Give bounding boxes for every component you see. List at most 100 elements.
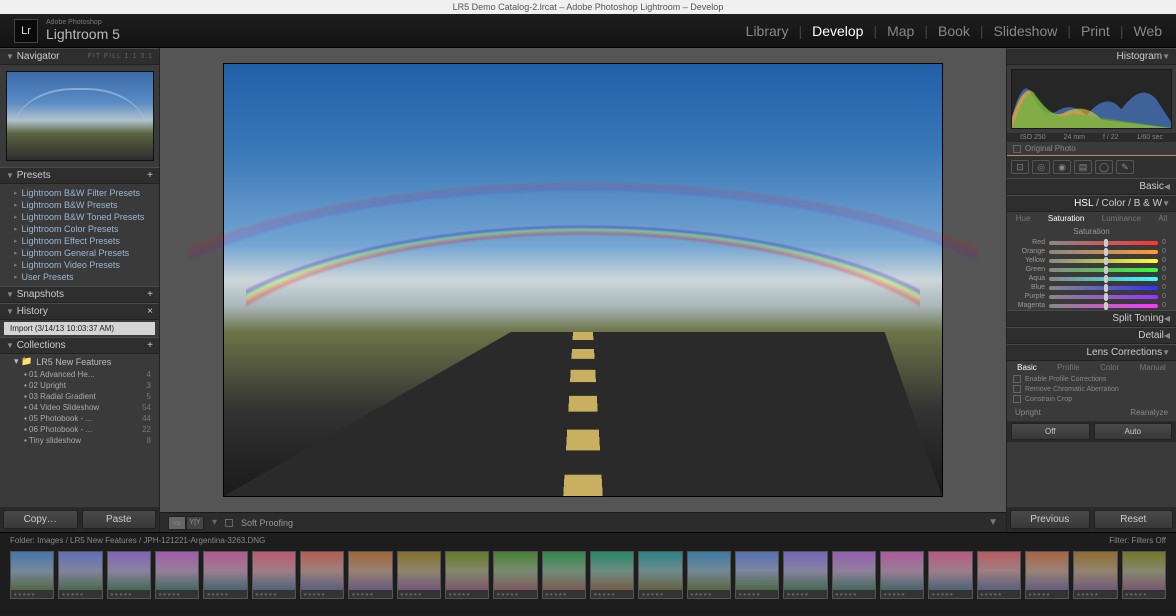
loupe-view-icon[interactable]: ▭ xyxy=(168,516,186,530)
filmstrip-thumb[interactable]: ★★★★★ xyxy=(493,551,537,599)
lens-tab-profile[interactable]: Profile xyxy=(1057,363,1080,372)
reanalyze-button[interactable]: Reanalyze xyxy=(1130,408,1168,417)
filmstrip-thumb[interactable]: ★★★★★ xyxy=(638,551,682,599)
lens-tab-basic[interactable]: Basic xyxy=(1017,363,1037,372)
preset-item[interactable]: Lightroom Color Presets xyxy=(14,223,153,235)
brush-tool-icon[interactable]: ✎ xyxy=(1116,160,1134,174)
filmstrip-thumb[interactable]: ★★★★★ xyxy=(1073,551,1117,599)
original-photo-row[interactable]: Original Photo xyxy=(1007,142,1176,156)
collection-item[interactable]: ▪ 06 Photobook - ...22 xyxy=(0,424,159,435)
history-item[interactable]: Import (3/14/13 10:03:37 AM) xyxy=(4,322,155,335)
histogram-chart[interactable] xyxy=(1011,69,1172,129)
filmstrip-thumb[interactable]: ★★★★★ xyxy=(445,551,489,599)
filmstrip-thumb[interactable]: ★★★★★ xyxy=(590,551,634,599)
hsl-tab-all[interactable]: All xyxy=(1158,214,1167,223)
filmstrip-thumb[interactable]: ★★★★★ xyxy=(735,551,779,599)
upright-auto-button[interactable]: Auto xyxy=(1094,423,1173,440)
filmstrip-thumb[interactable]: ★★★★★ xyxy=(687,551,731,599)
filmstrip-thumb[interactable]: ★★★★★ xyxy=(155,551,199,599)
filmstrip-thumb[interactable]: ★★★★★ xyxy=(300,551,344,599)
toolbar-menu-icon[interactable]: ▼ xyxy=(988,517,998,528)
basic-header[interactable]: Basic ◀ xyxy=(1007,178,1176,195)
snapshots-header[interactable]: ▼ Snapshots+ xyxy=(0,286,159,303)
collection-item[interactable]: ▪ 03 Radial Gradient5 xyxy=(0,391,159,402)
paste-button[interactable]: Paste xyxy=(82,510,157,529)
collection-root[interactable]: ▾ 📁 LR5 New Features xyxy=(0,354,159,369)
module-web[interactable]: Web xyxy=(1133,23,1162,39)
module-book[interactable]: Book xyxy=(938,23,970,39)
lens-option[interactable]: Remove Chromatic Aberration xyxy=(1007,384,1176,394)
filmstrip-thumb[interactable]: ★★★★★ xyxy=(10,551,54,599)
hsl-tab-luminance[interactable]: Luminance xyxy=(1102,214,1141,223)
slider-magenta[interactable]: Magenta0 xyxy=(1007,301,1176,310)
filmstrip-thumb[interactable]: ★★★★★ xyxy=(107,551,151,599)
histogram-header[interactable]: Histogram ▼ xyxy=(1007,48,1176,65)
lens-tab-color[interactable]: Color xyxy=(1100,363,1119,372)
hsl-tab-hue[interactable]: Hue xyxy=(1016,214,1031,223)
filmstrip-thumb[interactable]: ★★★★★ xyxy=(58,551,102,599)
collection-item[interactable]: ▪ Tiny slideshow8 xyxy=(0,435,159,446)
soft-proof-checkbox[interactable] xyxy=(225,519,233,527)
filmstrip-thumb[interactable]: ★★★★★ xyxy=(252,551,296,599)
preset-item[interactable]: Lightroom B&W Presets xyxy=(14,199,153,211)
reset-button[interactable]: Reset xyxy=(1094,510,1174,529)
preset-item[interactable]: Lightroom Video Presets xyxy=(14,259,153,271)
history-header[interactable]: ▼ History× xyxy=(0,303,159,320)
presets-header[interactable]: ▼ Presets+ xyxy=(0,167,159,184)
detail-header[interactable]: Detail ◀ xyxy=(1007,327,1176,344)
filmstrip-thumb[interactable]: ★★★★★ xyxy=(1025,551,1069,599)
lens-option[interactable]: Constrain Crop xyxy=(1007,394,1176,404)
slider-purple[interactable]: Purple0 xyxy=(1007,292,1176,301)
module-map[interactable]: Map xyxy=(887,23,914,39)
slider-green[interactable]: Green0 xyxy=(1007,265,1176,274)
filmstrip-thumb[interactable]: ★★★★★ xyxy=(783,551,827,599)
filmstrip-thumb[interactable]: ★★★★★ xyxy=(977,551,1021,599)
module-slideshow[interactable]: Slideshow xyxy=(994,23,1058,39)
copy-button[interactable]: Copy… xyxy=(3,510,78,529)
module-print[interactable]: Print xyxy=(1081,23,1110,39)
collection-item[interactable]: ▪ 02 Upright3 xyxy=(0,380,159,391)
lens-tab-manual[interactable]: Manual xyxy=(1140,363,1166,372)
lens-option[interactable]: Enable Profile Corrections xyxy=(1007,374,1176,384)
filmstrip-thumb[interactable]: ★★★★★ xyxy=(880,551,924,599)
filmstrip-thumb[interactable]: ★★★★★ xyxy=(348,551,392,599)
filmstrip-thumb[interactable]: ★★★★★ xyxy=(928,551,972,599)
collection-item[interactable]: ▪ 04 Video Slideshow54 xyxy=(0,402,159,413)
slider-red[interactable]: Red0 xyxy=(1007,238,1176,247)
preset-item[interactable]: Lightroom Effect Presets xyxy=(14,235,153,247)
split-toning-header[interactable]: Split Toning ◀ xyxy=(1007,310,1176,327)
slider-orange[interactable]: Orange0 xyxy=(1007,247,1176,256)
slider-yellow[interactable]: Yellow0 xyxy=(1007,256,1176,265)
filmstrip-thumb[interactable]: ★★★★★ xyxy=(397,551,441,599)
filmstrip-thumb[interactable]: ★★★★★ xyxy=(203,551,247,599)
crop-tool-icon[interactable]: ⊡ xyxy=(1011,160,1029,174)
preset-item[interactable]: Lightroom B&W Toned Presets xyxy=(14,211,153,223)
hsl-tab-saturation[interactable]: Saturation xyxy=(1048,214,1084,223)
filmstrip-thumb[interactable]: ★★★★★ xyxy=(542,551,586,599)
collection-item[interactable]: ▪ 05 Photobook - ...44 xyxy=(0,413,159,424)
slider-blue[interactable]: Blue0 xyxy=(1007,283,1176,292)
radial-tool-icon[interactable]: ◯ xyxy=(1095,160,1113,174)
before-after-icon[interactable]: Y|Y xyxy=(186,516,204,530)
lens-header[interactable]: Lens Corrections ▼ xyxy=(1007,344,1176,361)
navigator-thumbnail[interactable] xyxy=(0,65,159,167)
grad-tool-icon[interactable]: ▤ xyxy=(1074,160,1092,174)
previous-button[interactable]: Previous xyxy=(1010,510,1090,529)
slider-aqua[interactable]: Aqua0 xyxy=(1007,274,1176,283)
filmstrip-thumb[interactable]: ★★★★★ xyxy=(832,551,876,599)
collections-header[interactable]: ▼ Collections+ xyxy=(0,337,159,354)
navigator-zoom-options[interactable]: FIT FILL 1:1 3:1 xyxy=(88,53,153,60)
upright-off-button[interactable]: Off xyxy=(1011,423,1090,440)
redeye-tool-icon[interactable]: ◉ xyxy=(1053,160,1071,174)
preset-item[interactable]: User Presets xyxy=(14,271,153,283)
module-develop[interactable]: Develop xyxy=(812,23,863,39)
navigator-header[interactable]: ▼ Navigator FIT FILL 1:1 3:1 xyxy=(0,48,159,65)
filmstrip-thumb[interactable]: ★★★★★ xyxy=(1122,551,1166,599)
collection-item[interactable]: ▪ 01 Advanced He...4 xyxy=(0,369,159,380)
preset-item[interactable]: Lightroom General Presets xyxy=(14,247,153,259)
photo-canvas[interactable] xyxy=(160,48,1006,512)
module-library[interactable]: Library xyxy=(746,23,789,39)
hsl-header[interactable]: HSL / Color / B & W ▼ xyxy=(1007,195,1176,212)
spot-tool-icon[interactable]: ◎ xyxy=(1032,160,1050,174)
filmstrip-path[interactable]: Folder: Images / LR5 New Features / JPH-… xyxy=(10,536,265,545)
